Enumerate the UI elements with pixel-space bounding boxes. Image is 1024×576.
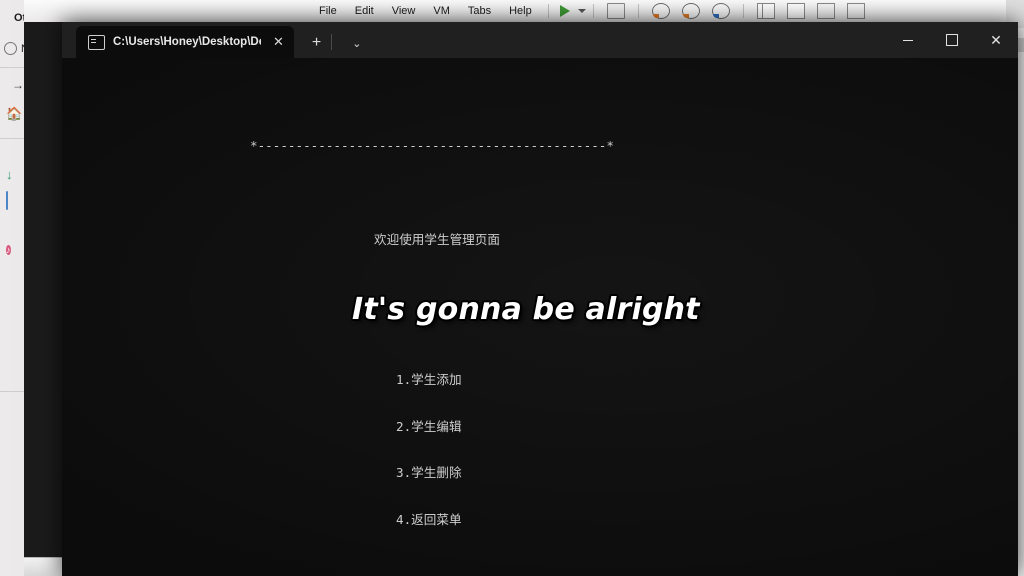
menu-option-text: 3.学生删除 [396,465,462,481]
unity-icon[interactable] [846,3,865,19]
terminal-icon [88,34,105,50]
menu-view[interactable]: View [383,3,425,19]
menu-file[interactable]: File [310,3,346,19]
dropdown-caret-icon[interactable] [577,9,586,13]
single-pane-icon[interactable] [786,3,805,19]
separator-text: *---------------------------------------… [250,137,614,153]
downloads-icon: ↓ [6,167,13,182]
chevron-down-icon[interactable]: ⌄ [352,37,361,58]
snapshot-manager-icon[interactable] [711,3,730,19]
toolbar-divider [637,4,639,18]
vmware-menu-bar: File Edit View VM Tabs Help [24,0,1006,23]
fullscreen-icon[interactable] [816,3,835,19]
terminal-menu-option-1[interactable]: 1.学生添加 [64,372,1018,388]
split-pane-icon[interactable] [756,3,775,19]
caption-overlay-text: It's gonna be alright [352,292,700,327]
close-icon: ✕ [990,32,1002,48]
menu-edit[interactable]: Edit [346,3,383,19]
documents-icon [6,191,8,210]
menu-vm[interactable]: VM [424,3,459,19]
terminal-tab[interactable]: C:\Users\Honey\Desktop\Deb ✕ [76,26,294,58]
window-controls: ✕ [886,22,1018,58]
terminal-separator-top: *---------------------------------------… [64,138,1018,154]
header-title-text: 欢迎使用学生管理页面 [374,231,500,247]
tab-divider [331,34,333,50]
music-icon: ♪ [6,245,11,255]
terminal-tab-title: C:\Users\Honey\Desktop\Deb [113,36,261,48]
snapshot-revert-icon[interactable] [681,3,700,19]
toolbar-divider [742,4,744,18]
terminal-menu-option-4[interactable]: 4.返回菜单 [64,512,1018,528]
close-tab-icon[interactable]: ✕ [269,34,288,50]
snapshot-take-icon[interactable] [651,3,670,19]
menu-option-text: 4.返回菜单 [396,512,462,528]
menu-tabs[interactable]: Tabs [459,3,500,19]
terminal-header-title: 欢迎使用学生管理页面 [64,232,1018,248]
printer-icon[interactable] [606,3,625,19]
play-icon[interactable] [559,5,570,17]
plus-circle-icon [4,42,17,55]
toolbar-divider [547,4,549,18]
terminal-menu-option-3[interactable]: 3.学生删除 [64,465,1018,481]
home-icon: 🏠 [6,106,23,121]
terminal-menu-option-2[interactable]: 2.学生编辑 [64,419,1018,435]
toolbar-divider [592,4,594,18]
terminal-title-bar[interactable]: C:\Users\Honey\Desktop\Deb ✕ + ⌄ ✕ [62,22,1018,58]
menu-option-text: 2.学生编辑 [396,418,462,434]
forward-arrow-icon[interactable]: → [12,78,24,92]
maximize-button[interactable] [930,22,974,58]
minimize-button[interactable] [886,22,930,58]
new-tab-button[interactable]: + [312,34,321,58]
menu-help[interactable]: Help [500,3,541,19]
menu-option-text: 1.学生添加 [396,371,462,387]
close-button[interactable]: ✕ [974,22,1018,58]
